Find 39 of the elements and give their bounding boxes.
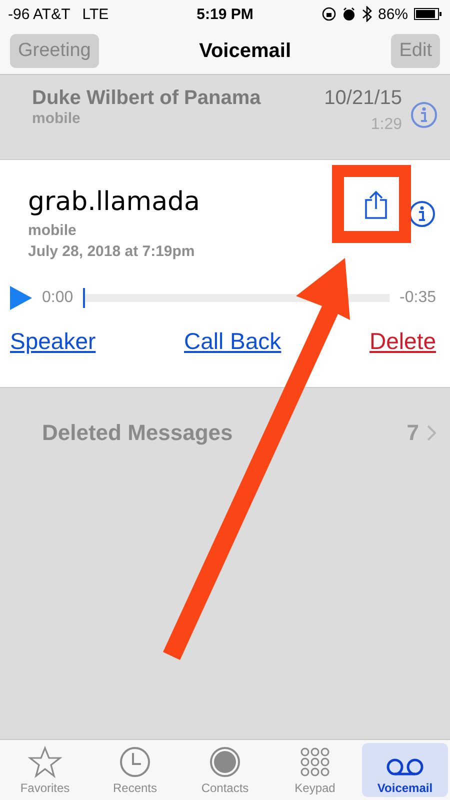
bluetooth-icon xyxy=(362,6,372,22)
action-link[interactable]: Speaker xyxy=(10,328,96,355)
chevron-icon xyxy=(427,425,436,441)
phone-label: mobile xyxy=(32,110,82,127)
elapsed-time: 0:00 xyxy=(42,289,74,307)
share-icon[interactable] xyxy=(364,190,388,220)
message-date: 10/21/15 xyxy=(324,87,402,110)
tab-bar-item[interactable]: Recents xyxy=(92,743,178,797)
delete-link[interactable]: Delete xyxy=(370,328,436,355)
nav-title: Voicemail xyxy=(199,40,292,62)
tab-bar-item[interactable]: Contacts xyxy=(182,743,268,797)
deleted-messages-label[interactable]: Deleted Messages xyxy=(42,420,407,446)
clock-icon xyxy=(119,746,151,778)
network-text: LTE xyxy=(82,6,109,22)
caller-name: Duke Wilbert of Panama xyxy=(32,87,262,110)
message-date: July 28, 2018 at 7:19pm xyxy=(28,243,196,260)
playhead[interactable] xyxy=(83,288,86,308)
info-icon[interactable] xyxy=(408,200,436,228)
clock-text: 5:19 PM xyxy=(196,6,254,22)
battery-icon xyxy=(414,8,442,20)
caller-name: grab.llamada xyxy=(28,186,201,218)
alarm-icon xyxy=(342,7,356,21)
carrier-text: -96 AT&T xyxy=(8,6,70,22)
battery-percent: 86% xyxy=(378,6,408,22)
keypad-icon xyxy=(299,746,331,778)
phone-label: mobile xyxy=(28,222,78,239)
greeting-button[interactable]: Greeting xyxy=(10,34,99,68)
edit-button[interactable]: Edit xyxy=(391,34,440,68)
star-icon xyxy=(28,746,62,778)
remaining-time: -0:35 xyxy=(400,289,436,307)
action-link[interactable]: Call Back xyxy=(184,328,282,355)
deleted-count: 7 xyxy=(406,420,419,446)
tab-bar-item[interactable]: Favorites xyxy=(2,743,88,797)
play-icon[interactable] xyxy=(10,286,32,310)
voicemail-icon xyxy=(385,756,425,778)
person-icon xyxy=(209,746,241,778)
tab-bar-item[interactable]: Keypad xyxy=(272,743,358,797)
rotation-lock-icon xyxy=(322,7,336,21)
tab-bar-item[interactable]: Voicemail xyxy=(362,743,448,797)
